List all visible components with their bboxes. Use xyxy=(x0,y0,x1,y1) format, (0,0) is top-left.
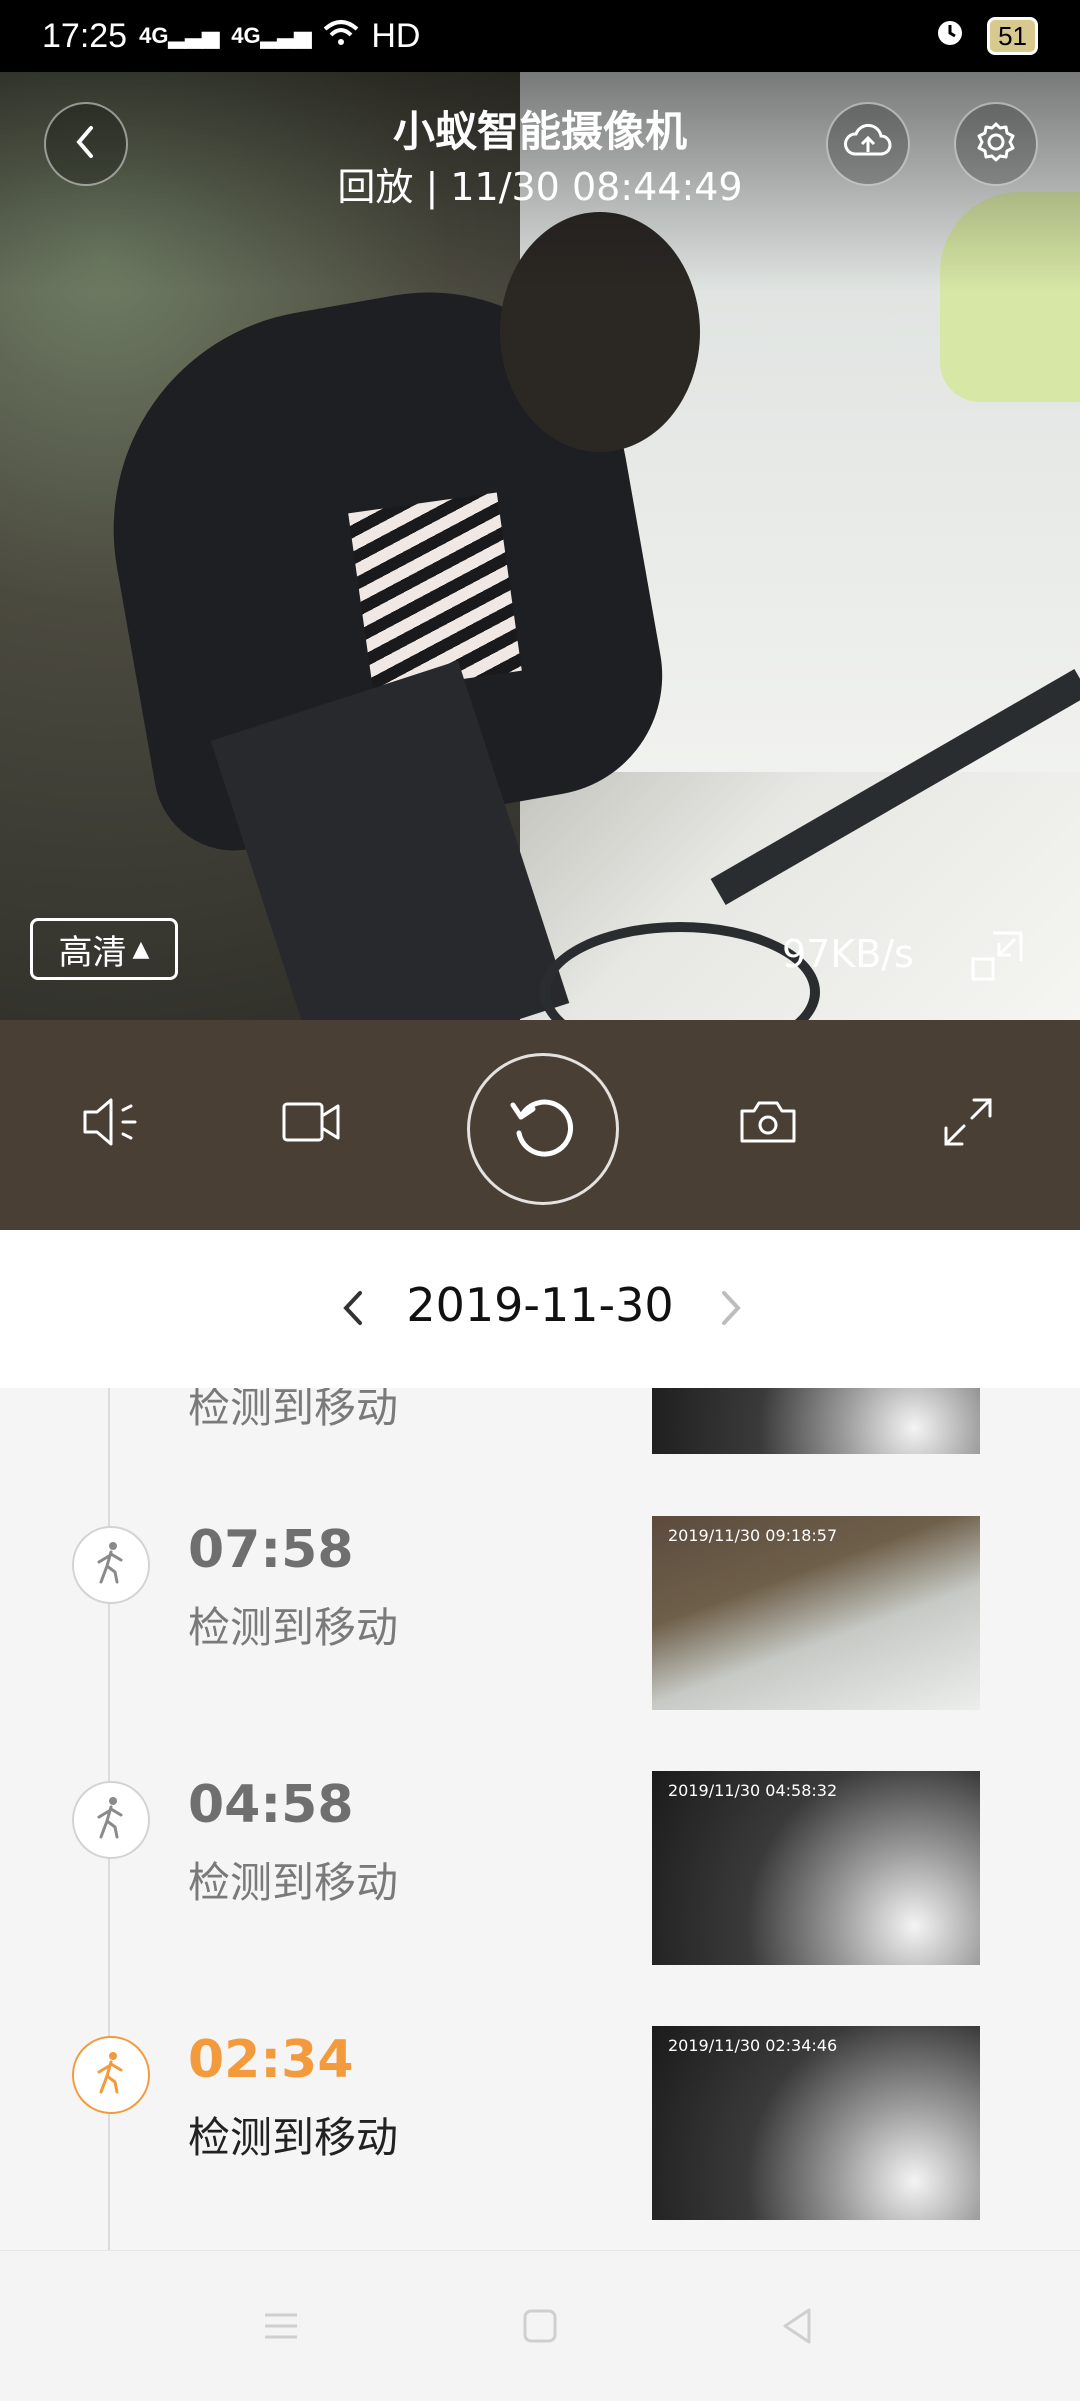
camera-icon xyxy=(738,1097,798,1151)
motion-icon-badge xyxy=(72,1526,150,1604)
bitrate-readout: 97KB/s xyxy=(782,932,914,976)
event-thumbnail[interactable] xyxy=(652,1388,980,1454)
mute-button[interactable] xyxy=(65,1078,157,1170)
thumbnail-timestamp: 2019/11/30 04:58:32 xyxy=(668,1781,838,1800)
playback-timestamp: 回放 | 11/30 08:44:49 xyxy=(337,165,743,209)
home-button[interactable] xyxy=(515,2303,565,2353)
event-time: 07:58 xyxy=(188,1520,354,1580)
snapshot-button[interactable] xyxy=(722,1078,814,1170)
system-back-button[interactable] xyxy=(772,2303,822,2353)
list-item[interactable]: 04:58 检测到移动 2019/11/30 04:58:32 xyxy=(0,1771,1080,1971)
current-date: 2019-11-30 xyxy=(406,1278,674,1332)
event-thumbnail[interactable]: 2019/11/30 04:58:32 xyxy=(652,1771,980,1965)
list-item[interactable]: 07:58 检测到移动 2019/11/30 09:18:57 xyxy=(0,1516,1080,1716)
event-time: 02:34 xyxy=(188,2030,354,2090)
video-scene-wheel xyxy=(540,922,820,1020)
event-timeline[interactable]: 检测到移动 07:58 检测到移动 2019/11/30 09:18:57 04… xyxy=(0,1388,1080,2250)
quality-selector[interactable]: 高清 ▲ xyxy=(30,918,178,980)
chevron-right-icon xyxy=(718,1287,744,1333)
motion-icon-badge xyxy=(72,2036,150,2114)
list-item[interactable]: 02:34 检测到移动 2019/11/30 02:34:46 xyxy=(0,2026,1080,2226)
gear-icon xyxy=(974,120,1018,168)
event-label: 检测到移动 xyxy=(188,1858,399,1907)
cloud-upload-icon xyxy=(843,122,893,166)
expand-icon xyxy=(940,1094,996,1154)
next-date-button[interactable] xyxy=(696,1270,766,1350)
walking-person-icon xyxy=(93,1540,129,1590)
menu-button[interactable] xyxy=(256,2303,306,2353)
settings-button[interactable] xyxy=(954,102,1038,186)
control-bar xyxy=(0,1020,1080,1230)
motion-icon-badge xyxy=(72,1781,150,1859)
fullscreen-button[interactable] xyxy=(922,1078,1014,1170)
triangle-back-icon xyxy=(777,2306,817,2350)
menu-icon xyxy=(261,2309,301,2347)
hd-indicator: HD xyxy=(371,16,421,55)
date-selector: 2019-11-30 xyxy=(0,1230,1080,1389)
quality-label: 高清 xyxy=(58,932,127,973)
event-label: 检测到移动 xyxy=(188,2113,399,2162)
system-nav-bar xyxy=(0,2250,1080,2401)
video-camera-icon xyxy=(280,1098,344,1150)
collapse-icon xyxy=(969,929,1025,989)
speaker-icon xyxy=(79,1094,143,1154)
cloud-button[interactable] xyxy=(826,102,910,186)
caret-up-icon: ▲ xyxy=(132,936,150,962)
record-button[interactable] xyxy=(266,1078,358,1170)
page-title: 小蚁智能摄像机 xyxy=(392,107,687,156)
event-label: 检测到移动 xyxy=(188,1388,399,1432)
video-player[interactable]: 小蚁智能摄像机 回放 | 11/30 08:44:49 高清 ▲ 97KB/s xyxy=(0,72,1080,1020)
status-time: 17:25 xyxy=(42,16,128,55)
walking-person-icon xyxy=(93,2050,129,2100)
video-scene-shirt xyxy=(348,492,522,692)
event-time: 04:58 xyxy=(188,1775,354,1835)
signal-4g-2-icon: 4G▂▃▅ xyxy=(231,23,312,48)
event-thumbnail[interactable]: 2019/11/30 09:18:57 xyxy=(652,1516,980,1710)
status-bar: 17:25 4G▂▃▅ 4G▂▃▅ HD 51 xyxy=(0,0,1080,72)
replay-button[interactable] xyxy=(467,1053,619,1205)
wifi-icon xyxy=(323,17,359,56)
walking-person-icon xyxy=(93,1795,129,1845)
thumbnail-timestamp: 2019/11/30 09:18:57 xyxy=(668,1526,838,1545)
square-icon xyxy=(521,2307,559,2349)
event-thumbnail[interactable]: 2019/11/30 02:34:46 xyxy=(652,2026,980,2220)
replay-icon xyxy=(503,1087,583,1171)
minimize-button[interactable] xyxy=(962,924,1032,994)
status-right: 51 xyxy=(933,15,1038,58)
thumbnail-timestamp: 2019/11/30 02:34:46 xyxy=(668,2036,838,2055)
battery-icon: 51 xyxy=(987,17,1038,55)
status-left: 17:25 4G▂▃▅ 4G▂▃▅ HD xyxy=(42,17,420,56)
event-label: 检测到移动 xyxy=(188,1603,399,1652)
list-item[interactable]: 检测到移动 xyxy=(0,1388,1080,1524)
alarm-icon xyxy=(933,15,967,58)
signal-4g-1-icon: 4G▂▃▅ xyxy=(139,23,220,48)
